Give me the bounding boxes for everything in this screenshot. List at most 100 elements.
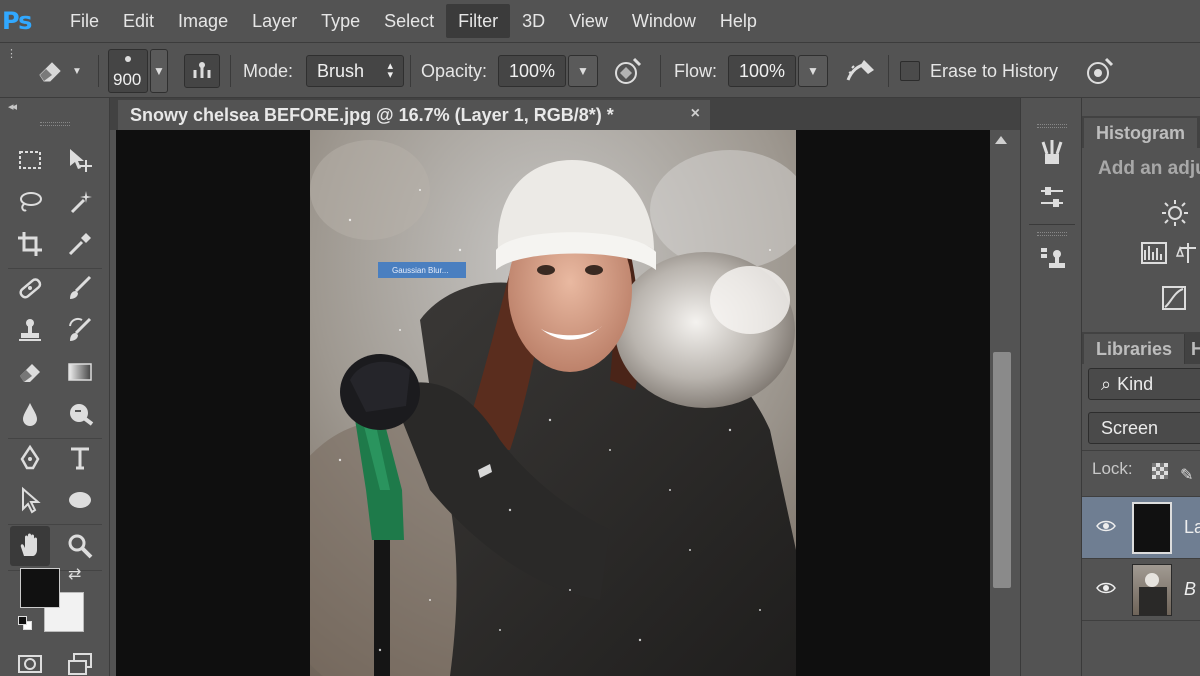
ellipse-icon — [69, 492, 91, 508]
brush-picker[interactable]: 900 ▼ — [108, 43, 168, 99]
menu-layer[interactable]: Layer — [240, 4, 309, 38]
exposure-button[interactable] — [1175, 240, 1200, 271]
brightness-contrast-button[interactable] — [1160, 198, 1190, 233]
opacity-input[interactable]: 100% — [498, 55, 566, 87]
default-colors-icon[interactable] — [18, 616, 32, 630]
mode-select[interactable]: Brush ▴ ▾ — [306, 55, 404, 87]
menu-view[interactable]: View — [557, 4, 620, 38]
menu-3d[interactable]: 3D — [510, 4, 557, 38]
close-icon[interactable]: × — [691, 105, 700, 123]
panel-grip[interactable] — [1037, 124, 1067, 128]
brush-preview: 900 — [108, 49, 148, 93]
clone-source-panel-button[interactable] — [1031, 238, 1073, 280]
levels-button[interactable] — [1140, 240, 1168, 271]
options-bar: ⋮ ▼ 900 ▼ Mode: Brush ▴▾ Opacity: 100% — [0, 42, 1200, 98]
pen-tool[interactable] — [10, 438, 50, 478]
erase-to-history-checkbox[interactable] — [900, 61, 920, 81]
chevron-down-icon: ▼ — [577, 64, 589, 78]
panel-grip[interactable] — [1037, 232, 1067, 236]
gradient-tool[interactable] — [60, 352, 100, 392]
adjustments-tab-bar: Histogram — [1082, 116, 1200, 148]
clone-stamp-tool[interactable] — [10, 310, 50, 350]
brush-panel-toggle[interactable] — [184, 43, 220, 99]
vertical-scrollbar[interactable] — [990, 130, 1014, 676]
foreground-color-fill — [21, 569, 59, 607]
panel-grip[interactable] — [40, 122, 70, 126]
divider — [98, 55, 99, 87]
marquee-tool[interactable] — [10, 140, 50, 180]
scrollbar-thumb[interactable] — [993, 352, 1011, 588]
erase-to-history-option[interactable]: Erase to History — [900, 43, 1058, 99]
opacity-dropdown[interactable]: ▼ — [568, 55, 598, 87]
menu-edit[interactable]: Edit — [111, 4, 166, 38]
menu-window[interactable]: Window — [620, 4, 708, 38]
move-tool[interactable] — [60, 140, 100, 180]
flow-input[interactable]: 100% — [728, 55, 796, 87]
blur-tool[interactable] — [10, 394, 50, 434]
lasso-tool[interactable] — [10, 182, 50, 222]
quick-mask-button[interactable] — [10, 644, 50, 676]
panel-icon-strip — [1020, 98, 1082, 676]
type-tool[interactable] — [60, 438, 100, 478]
document-tab[interactable]: Snowy chelsea BEFORE.jpg @ 16.7% (Layer … — [118, 100, 710, 130]
menu-file[interactable]: File — [58, 4, 111, 38]
tab-histogram[interactable]: Histogram — [1084, 118, 1198, 148]
lock-transparency-icon[interactable] — [1152, 463, 1168, 479]
foreground-color-swatch[interactable] — [20, 568, 60, 608]
blend-mode-select[interactable]: Screen — [1088, 412, 1200, 444]
clone-source-icon — [1041, 248, 1065, 268]
layer-row-background[interactable]: B — [1082, 558, 1200, 620]
move-icon — [70, 149, 92, 172]
curves-button[interactable] — [1160, 284, 1188, 317]
type-icon — [71, 447, 89, 470]
chevron-down-icon: ▼ — [153, 64, 165, 78]
layer-thumbnail — [1132, 564, 1172, 616]
menu-image[interactable]: Image — [166, 4, 240, 38]
lock-paint-icon[interactable]: ✎ — [1180, 465, 1193, 485]
menu-bar: Ps File Edit Image Layer Type Select Fil… — [0, 0, 1200, 42]
zoom-tool[interactable] — [60, 526, 100, 566]
collapse-icon[interactable]: ◂◂ — [8, 100, 17, 113]
eraser-icon — [39, 62, 61, 82]
gaussian-blur-label: Gaussian Blur... — [392, 265, 449, 275]
screen-mode-button[interactable] — [60, 644, 100, 676]
opacity-label: Opacity: — [421, 60, 488, 81]
brush-dot-icon — [125, 56, 131, 62]
brush-presets-panel-button[interactable] — [1031, 176, 1073, 218]
menu-type[interactable]: Type — [309, 4, 372, 38]
brushes-panel-button[interactable] — [1031, 132, 1073, 174]
eye-icon[interactable] — [1096, 519, 1116, 533]
brush-picker-dropdown[interactable]: ▼ — [150, 49, 168, 93]
ellipse-tool[interactable] — [60, 480, 100, 520]
eye-icon[interactable] — [1096, 581, 1116, 595]
path-selection-tool[interactable] — [10, 480, 50, 520]
swap-colors-icon[interactable]: ⇄ — [68, 564, 81, 584]
layer-row-layer1[interactable]: La — [1082, 496, 1200, 558]
document-image[interactable] — [310, 130, 796, 676]
menu-select[interactable]: Select — [372, 4, 446, 38]
menu-help[interactable]: Help — [708, 4, 769, 38]
eraser-tool[interactable] — [10, 352, 50, 392]
scroll-up-icon[interactable] — [995, 136, 1007, 144]
magic-wand-tool[interactable] — [60, 182, 100, 222]
flow-dropdown[interactable]: ▼ — [798, 55, 828, 87]
gradient-icon — [68, 363, 92, 381]
tab-history[interactable]: H — [1184, 334, 1200, 364]
tool-preset-picker[interactable]: ▼ — [34, 43, 82, 99]
history-brush-tool[interactable] — [60, 310, 100, 350]
healing-brush-tool[interactable] — [10, 268, 50, 308]
dodge-tool[interactable] — [60, 394, 100, 434]
eyedropper-tool[interactable] — [60, 224, 100, 264]
canvas-area[interactable] — [116, 130, 990, 676]
menu-filter[interactable]: Filter — [446, 4, 511, 38]
pressure-opacity-toggle[interactable] — [612, 43, 644, 99]
options-grip[interactable]: ⋮ — [6, 47, 17, 60]
airbrush-toggle[interactable] — [844, 43, 878, 99]
hand-tool[interactable] — [10, 526, 50, 566]
brush-tool[interactable] — [60, 268, 100, 308]
crop-tool[interactable] — [10, 224, 50, 264]
pressure-size-toggle[interactable] — [1084, 43, 1116, 99]
lock-label: Lock: — [1092, 459, 1133, 478]
layer-filter-kind[interactable]: ⌕ Kind — [1088, 368, 1200, 400]
tab-libraries[interactable]: Libraries — [1084, 334, 1185, 364]
